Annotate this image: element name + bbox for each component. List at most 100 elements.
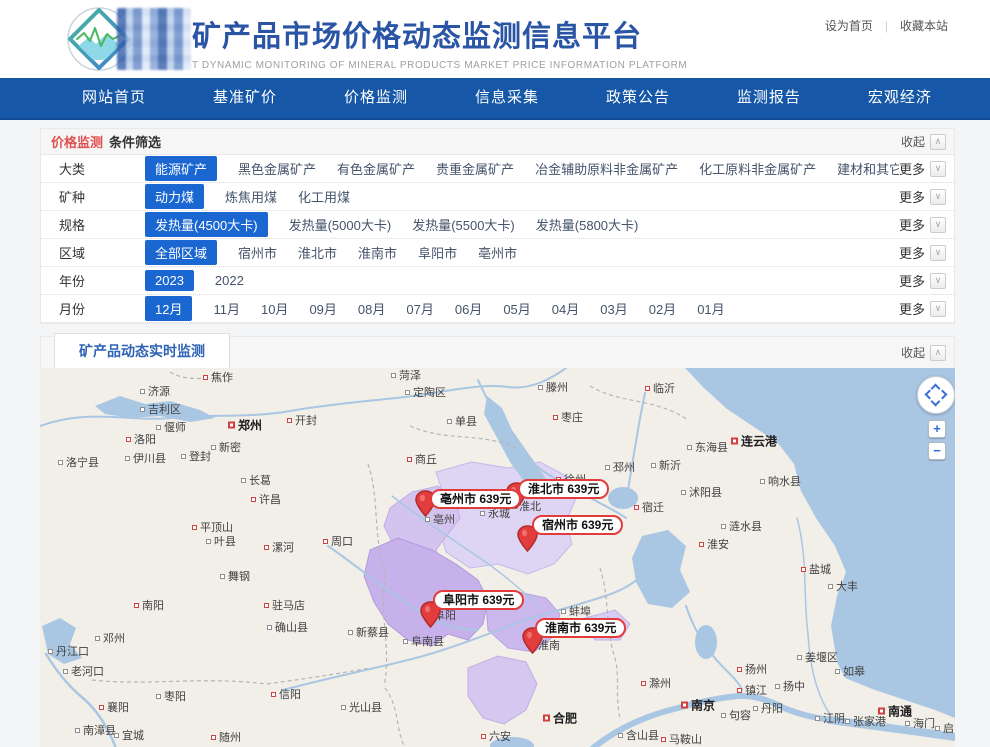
chevron-down-icon[interactable]: ∨ — [930, 301, 946, 317]
nav-item-1[interactable]: 网站首页 — [82, 78, 146, 118]
more-button[interactable]: 更多∨ — [899, 299, 946, 318]
chevron-down-icon[interactable]: ∨ — [930, 189, 946, 205]
filter-option[interactable]: 阜阳市 — [418, 243, 457, 262]
filter-option[interactable]: 有色金属矿产 — [337, 159, 415, 178]
filter-option-selected[interactable]: 能源矿产 — [145, 156, 217, 181]
filter-option[interactable]: 贵重金属矿产 — [436, 159, 514, 178]
filter-collapse-button[interactable]: 收起 ∧ — [901, 133, 946, 150]
filter-option[interactable]: 07月 — [406, 299, 433, 318]
section-title: 条件筛选 — [109, 132, 161, 151]
city-marker-icon — [641, 681, 646, 686]
price-bubble[interactable]: 淮北市 639元 — [518, 479, 609, 499]
city-marker-icon — [878, 708, 885, 715]
more-button[interactable]: 更多∨ — [899, 271, 946, 290]
filter-option[interactable]: 亳州市 — [478, 243, 517, 262]
filter-option[interactable]: 01月 — [697, 299, 724, 318]
filter-option[interactable]: 03月 — [600, 299, 627, 318]
price-bubble[interactable]: 宿州市 639元 — [532, 515, 623, 535]
nav-item-2[interactable]: 基准矿价 — [213, 78, 277, 118]
filter-option[interactable]: 04月 — [552, 299, 579, 318]
map-city-label: 登封 — [181, 448, 211, 464]
price-bubble[interactable]: 淮南市 639元 — [535, 618, 626, 638]
map-city-label: 丹阳 — [753, 700, 783, 716]
city-name: 宿迁 — [642, 499, 664, 515]
filter-option[interactable]: 发热量(5000大卡) — [289, 215, 392, 234]
city-name: 盐城 — [809, 561, 831, 577]
pan-right-icon[interactable] — [938, 390, 948, 400]
filter-option[interactable]: 冶金辅助原料非金属矿产 — [535, 159, 678, 178]
map-city-label: 菏泽 — [391, 368, 421, 383]
filter-option-selected[interactable]: 2023 — [145, 270, 194, 291]
filter-option-selected[interactable]: 12月 — [145, 296, 192, 321]
filter-option[interactable]: 09月 — [309, 299, 336, 318]
map-canvas[interactable]: 焦作济源吉利区偃师洛阳郑州开封新密登封伊川县洛宁县长葛许昌平顶山叶县漯河周口舞钢… — [40, 368, 955, 747]
map-zoom-in-button[interactable]: + — [928, 420, 946, 438]
price-bubble[interactable]: 阜阳市 639元 — [433, 590, 524, 610]
filter-options: 发热量(4500大卡) 发热量(5000大卡) 发热量(5500大卡) 发热量(580… — [145, 212, 899, 237]
map-city-label: 济源 — [140, 383, 170, 399]
map-city-label: 襄阳 — [99, 699, 129, 715]
filter-option[interactable]: 炼焦用煤 — [225, 187, 277, 206]
city-name: 郑州 — [238, 417, 262, 434]
filter-option[interactable]: 2022 — [215, 273, 244, 288]
city-marker-icon — [681, 702, 688, 709]
filter-option-selected[interactable]: 发热量(4500大卡) — [145, 212, 268, 237]
filter-row-mineral: 矿种动力煤炼焦用煤化工用煤更多∨ — [41, 183, 954, 211]
price-bubble[interactable]: 亳州市 639元 — [430, 489, 521, 509]
filter-option-selected[interactable]: 全部区域 — [145, 240, 217, 265]
map-collapse-button[interactable]: 收起 ∧ — [901, 344, 946, 361]
tab-realtime-monitoring[interactable]: 矿产品动态实时监测 — [54, 333, 230, 368]
filter-option[interactable]: 02月 — [649, 299, 676, 318]
more-button[interactable]: 更多∨ — [899, 215, 946, 234]
chevron-down-icon[interactable]: ∨ — [930, 273, 946, 289]
chevron-up-icon[interactable]: ∧ — [930, 134, 946, 150]
filter-option[interactable]: 发热量(5800大卡) — [536, 215, 639, 234]
city-marker-icon — [114, 733, 119, 738]
more-button[interactable]: 更多∨ — [899, 159, 946, 178]
map-pan-control[interactable] — [917, 376, 955, 414]
city-marker-icon — [156, 694, 161, 699]
set-homepage-link[interactable]: 设为首页 — [825, 17, 873, 34]
favorite-site-link[interactable]: 收藏本站 — [900, 17, 948, 34]
city-name: 响水县 — [768, 473, 801, 489]
city-marker-icon — [407, 457, 412, 462]
city-marker-icon — [156, 425, 161, 430]
pan-down-icon[interactable] — [931, 397, 941, 407]
filter-option-selected[interactable]: 动力煤 — [145, 184, 204, 209]
city-marker-icon — [721, 524, 726, 529]
map-city-label: 扬中 — [775, 678, 805, 694]
city-name: 舞钢 — [228, 568, 250, 584]
map-city-label: 吉利区 — [140, 401, 181, 417]
nav-item-6[interactable]: 监测报告 — [737, 78, 801, 118]
filter-option[interactable]: 淮北市 — [298, 243, 337, 262]
filter-option[interactable]: 08月 — [358, 299, 385, 318]
filter-option[interactable]: 11月 — [213, 299, 240, 318]
chevron-down-icon[interactable]: ∨ — [930, 217, 946, 233]
filter-option[interactable]: 建材和其它非金属矿产 — [837, 159, 899, 178]
nav-item-7[interactable]: 宏观经济 — [868, 78, 932, 118]
filter-option[interactable]: 淮南市 — [358, 243, 397, 262]
filter-option[interactable]: 06月 — [455, 299, 482, 318]
filter-option[interactable]: 宿州市 — [238, 243, 277, 262]
city-name: 姜堰区 — [805, 649, 838, 665]
nav-item-4[interactable]: 信息采集 — [475, 78, 539, 118]
filter-option[interactable]: 黑色金属矿产 — [238, 159, 316, 178]
filter-option[interactable]: 05月 — [503, 299, 530, 318]
map-zoom-out-button[interactable]: − — [928, 442, 946, 460]
city-marker-icon — [228, 422, 235, 429]
more-button[interactable]: 更多∨ — [899, 187, 946, 206]
chevron-up-icon[interactable]: ∧ — [930, 345, 946, 361]
nav-item-3[interactable]: 价格监测 — [344, 78, 408, 118]
city-marker-icon — [251, 497, 256, 502]
chevron-down-icon[interactable]: ∨ — [930, 161, 946, 177]
filter-option[interactable]: 10月 — [261, 299, 288, 318]
filter-panel-header: 价格监测 条件筛选 收起 ∧ — [41, 129, 954, 155]
chevron-down-icon[interactable]: ∨ — [930, 245, 946, 261]
more-button[interactable]: 更多∨ — [899, 243, 946, 262]
city-marker-icon — [206, 539, 211, 544]
filter-row-region: 区域全部区域宿州市淮北市淮南市阜阳市亳州市更多∨ — [41, 239, 954, 267]
filter-option[interactable]: 发热量(5500大卡) — [412, 215, 515, 234]
filter-option[interactable]: 化工原料非金属矿产 — [699, 159, 816, 178]
filter-option[interactable]: 化工用煤 — [298, 187, 350, 206]
nav-item-5[interactable]: 政策公告 — [606, 78, 670, 118]
